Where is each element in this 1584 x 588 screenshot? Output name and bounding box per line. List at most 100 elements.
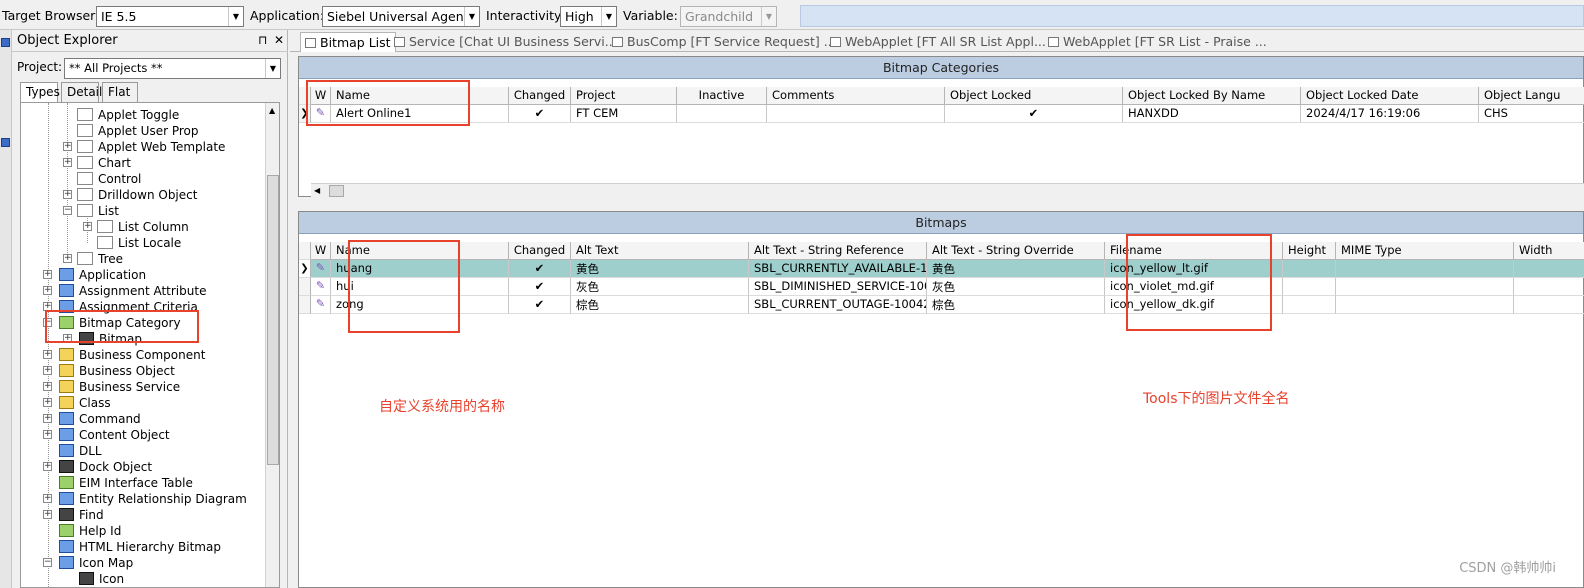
table-row[interactable]: ❯ ✎ Alert Online1 ✔ FT CEM ✔ HANXDD 2024…	[299, 105, 1584, 123]
column-header[interactable]: Alt Text - String Reference	[749, 242, 927, 260]
cell-alt-text[interactable]: 黄色	[571, 260, 749, 278]
tab-bitmap-list[interactable]: Bitmap List	[300, 32, 396, 52]
expand-icon[interactable]: +	[43, 398, 52, 407]
scroll-up-icon[interactable]: ▲	[269, 106, 275, 115]
cell-width[interactable]	[1514, 278, 1584, 296]
expand-icon[interactable]: +	[43, 270, 52, 279]
cell-alt-text[interactable]: 棕色	[571, 296, 749, 314]
properties-icon[interactable]	[1, 38, 10, 47]
tab-service[interactable]: Service [Chat UI Business Servi...	[394, 32, 617, 52]
table-row[interactable]: ✎ zong ✔ 棕色 SBL_CURRENT_OUTAGE-10042248 …	[299, 296, 1584, 314]
cell-alt-text[interactable]: 灰色	[571, 278, 749, 296]
project-select[interactable]: ** All Projects ** ▼	[64, 58, 281, 79]
scroll-thumb[interactable]	[267, 175, 279, 465]
cell-string-reference[interactable]: SBL_DIMINISHED_SERVICE-100422	[749, 278, 927, 296]
cell-language[interactable]: CHS	[1479, 105, 1584, 123]
cell-height[interactable]	[1283, 278, 1336, 296]
expand-icon[interactable]: +	[43, 510, 52, 519]
expand-icon[interactable]: +	[63, 190, 72, 199]
tree-scrollbar[interactable]: ▲	[265, 103, 279, 587]
column-header[interactable]: Inactive	[677, 87, 767, 105]
tab-detail[interactable]: Detail	[61, 82, 102, 102]
column-header[interactable]: Alt Text	[571, 242, 749, 260]
business-component-icon	[59, 348, 74, 361]
explorer-title: Object Explorer	[17, 33, 118, 48]
row-header[interactable]	[299, 278, 311, 296]
expand-icon[interactable]: +	[63, 142, 72, 151]
column-header[interactable]: Changed	[509, 242, 571, 260]
cell-mime-type[interactable]	[1336, 278, 1514, 296]
cell-comments[interactable]	[767, 105, 945, 123]
tab-buscomp[interactable]: BusComp [FT Service Request] ...	[612, 32, 836, 52]
row-header[interactable]	[299, 296, 311, 314]
cell-changed-check[interactable]: ✔	[509, 278, 571, 296]
expand-icon[interactable]: +	[43, 382, 52, 391]
expand-icon[interactable]: +	[43, 414, 52, 423]
scroll-left-icon[interactable]: ◀	[314, 186, 320, 195]
cell-string-override[interactable]: 棕色	[927, 296, 1105, 314]
expand-icon[interactable]: +	[63, 254, 72, 263]
cell-height[interactable]	[1283, 296, 1336, 314]
expand-icon[interactable]: +	[83, 222, 92, 231]
cell-width[interactable]	[1514, 296, 1584, 314]
expand-icon[interactable]: +	[43, 286, 52, 295]
table-row[interactable]: ✎ hui ✔ 灰色 SBL_DIMINISHED_SERVICE-100422…	[299, 278, 1584, 296]
column-header[interactable]: Width	[1514, 242, 1584, 260]
cell-string-reference[interactable]: SBL_CURRENTLY_AVAILABLE-10042	[749, 260, 927, 278]
expand-icon[interactable]: +	[63, 158, 72, 167]
cell-locked-by[interactable]: HANXDD	[1123, 105, 1301, 123]
column-header[interactable]: Comments	[767, 87, 945, 105]
pin-icon[interactable]: ⊓	[258, 33, 267, 47]
scroll-thumb[interactable]	[329, 185, 344, 197]
target-browser-select[interactable]: IE 5.5 ▼	[96, 6, 244, 27]
cell-changed-check[interactable]: ✔	[509, 105, 571, 123]
cell-inactive[interactable]	[677, 105, 767, 123]
column-header[interactable]: Project	[571, 87, 677, 105]
cell-object-locked[interactable]: ✔	[945, 105, 1123, 123]
tab-webapplet-2[interactable]: WebApplet [FT SR List - Praise ...	[1048, 32, 1267, 52]
column-header[interactable]: Object Locked	[945, 87, 1123, 105]
tab-types[interactable]: Types	[20, 82, 60, 103]
column-header[interactable]: Object Locked Date	[1301, 87, 1479, 105]
cell-string-override[interactable]: 黄色	[927, 260, 1105, 278]
tab-flat[interactable]: Flat	[102, 82, 138, 102]
collapse-icon[interactable]: −	[43, 558, 52, 567]
expand-icon[interactable]: +	[43, 494, 52, 503]
chevron-down-icon[interactable]: ▼	[228, 7, 243, 26]
cell-changed-check[interactable]: ✔	[509, 296, 571, 314]
cell-locked-date[interactable]: 2024/4/17 16:19:06	[1301, 105, 1479, 123]
cell-string-reference[interactable]: SBL_CURRENT_OUTAGE-10042248	[749, 296, 927, 314]
collapse-icon[interactable]: −	[63, 206, 72, 215]
horizontal-scrollbar[interactable]: ◀	[311, 183, 1584, 198]
chevron-down-icon[interactable]: ▼	[265, 59, 280, 78]
tab-webapplet-1[interactable]: WebApplet [FT All SR List Appl...	[830, 32, 1046, 52]
cell-project[interactable]: FT CEM	[571, 105, 677, 123]
cell-string-override[interactable]: 灰色	[927, 278, 1105, 296]
cell-width[interactable]	[1514, 260, 1584, 278]
column-header[interactable]: MIME Type	[1336, 242, 1514, 260]
expand-icon[interactable]: +	[43, 462, 52, 471]
expand-icon[interactable]: +	[43, 430, 52, 439]
expand-icon[interactable]: +	[43, 366, 52, 375]
cell-mime-type[interactable]	[1336, 296, 1514, 314]
column-header[interactable]: Object Langu	[1479, 87, 1584, 105]
column-header[interactable]: W	[311, 242, 331, 260]
tree-item-label: Dock Object	[79, 460, 153, 474]
application-select[interactable]: Siebel Universal Agent ▼	[322, 6, 480, 27]
chevron-down-icon[interactable]: ▼	[601, 7, 616, 26]
column-header[interactable]: Alt Text - String Override	[927, 242, 1105, 260]
chevron-down-icon[interactable]: ▼	[464, 7, 479, 26]
cell-height[interactable]	[1283, 260, 1336, 278]
interactivity-select[interactable]: High ▼	[560, 6, 617, 27]
cell-changed-check[interactable]: ✔	[509, 260, 571, 278]
close-icon[interactable]: ✕	[274, 33, 284, 47]
folder-icon	[77, 140, 93, 153]
column-header[interactable]: Changed	[509, 87, 571, 105]
cell-mime-type[interactable]	[1336, 260, 1514, 278]
column-header[interactable]: Height	[1283, 242, 1336, 260]
table-row[interactable]: ❯ ✎ huang ✔ 黄色 SBL_CURRENTLY_AVAILABLE-1…	[299, 260, 1584, 278]
row-pointer-icon[interactable]: ❯	[299, 260, 311, 278]
column-header[interactable]: Object Locked By Name	[1123, 87, 1301, 105]
palette-icon[interactable]	[1, 138, 10, 147]
expand-icon[interactable]: +	[43, 350, 52, 359]
